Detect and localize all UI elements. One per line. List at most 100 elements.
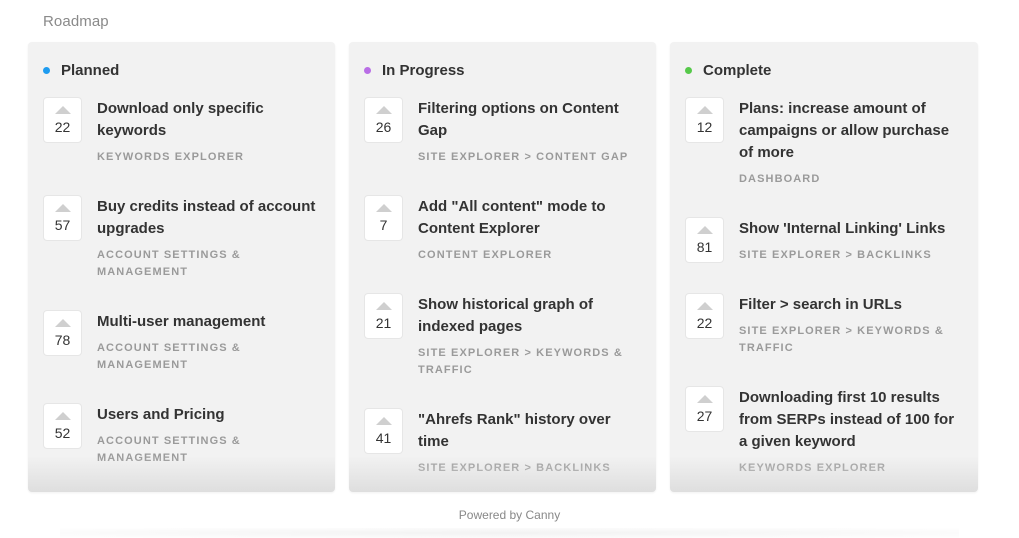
upvote-arrow-icon xyxy=(696,226,713,234)
post-item[interactable]: 27 Downloading first 10 results from SERP… xyxy=(685,386,964,477)
vote-count: 22 xyxy=(54,119,71,135)
post-title[interactable]: Buy credits instead of account upgrades xyxy=(97,196,321,240)
post-category: Account Settings & Management xyxy=(97,249,241,278)
column-title: Planned xyxy=(61,61,120,79)
post-item[interactable]: 57 Buy credits instead of account upgrade… xyxy=(43,195,321,281)
post-category: Site Explorer > Keywords & Traffic xyxy=(739,325,944,354)
post-category: Keywords Explorer xyxy=(97,151,245,163)
post-item[interactable]: 41 "Ahrefs Rank" history over time Site Ex… xyxy=(364,408,642,477)
powered-by-link[interactable]: Powered by Canny xyxy=(0,508,1019,522)
post-title[interactable]: Download only specific keywords xyxy=(97,98,321,142)
post-body: "Ahrefs Rank" history over time Site Expl… xyxy=(418,408,642,477)
post-item[interactable]: 81 Show 'Internal Linking' Links Site Expl… xyxy=(685,217,964,264)
post-body: Filtering options on Content Gap Site Exp… xyxy=(418,97,642,166)
post-item[interactable]: 22 Download only specific keywords Keyword… xyxy=(43,97,321,166)
column-in-progress: In Progress 26 Filtering options on Conten… xyxy=(349,42,656,492)
post-body: Show historical graph of indexed pages Si… xyxy=(418,293,642,379)
vote-count: 27 xyxy=(696,408,713,424)
post-item[interactable]: 7 Add "All content" mode to Content Explo… xyxy=(364,195,642,264)
page-title: Roadmap xyxy=(43,13,109,30)
upvote-button[interactable]: 26 xyxy=(364,97,403,143)
column-header: In Progress xyxy=(349,42,656,84)
column-planned: Planned 22 Download only specific keywords… xyxy=(28,42,335,492)
post-item[interactable]: 26 Filtering options on Content Gap Site E… xyxy=(364,97,642,166)
post-category: Site Explorer > Content Gap xyxy=(418,151,629,163)
upvote-arrow-icon xyxy=(696,106,713,114)
column-header: Planned xyxy=(28,42,335,84)
upvote-arrow-icon xyxy=(54,412,71,420)
post-category: Keywords Explorer xyxy=(739,462,887,474)
footer-shadow xyxy=(60,528,959,538)
vote-count: 21 xyxy=(375,315,392,331)
vote-count: 7 xyxy=(379,217,388,233)
vote-count: 57 xyxy=(54,217,71,233)
post-category: Site Explorer > Backlinks xyxy=(418,462,611,474)
roadmap-page: Roadmap Planned 22 Download only specific … xyxy=(0,0,1019,538)
status-dot-icon xyxy=(43,66,50,74)
post-body: Download only specific keywords Keywords … xyxy=(97,97,321,166)
post-item[interactable]: 21 Show historical graph of indexed pages… xyxy=(364,293,642,379)
upvote-arrow-icon xyxy=(54,106,71,114)
roadmap-columns: Planned 22 Download only specific keywords… xyxy=(28,42,978,492)
post-body: Buy credits instead of account upgrades A… xyxy=(97,195,321,281)
upvote-button[interactable]: 22 xyxy=(685,293,724,339)
upvote-arrow-icon xyxy=(375,106,392,114)
status-dot-icon xyxy=(685,66,692,74)
column-complete: Complete 12 Plans: increase amount of camp… xyxy=(670,42,978,492)
post-body: Show 'Internal Linking' Links Site Explor… xyxy=(739,217,964,264)
status-dot-icon xyxy=(364,66,371,74)
post-body: Filter > search in URLs Site Explorer > K… xyxy=(739,293,964,357)
post-item[interactable]: 78 Multi-user management Account Settings … xyxy=(43,310,321,374)
post-title[interactable]: Multi-user management xyxy=(97,311,321,333)
post-item[interactable]: 12 Plans: increase amount of campaigns or… xyxy=(685,97,964,188)
upvote-button[interactable]: 27 xyxy=(685,386,724,432)
upvote-button[interactable]: 52 xyxy=(43,403,82,449)
upvote-button[interactable]: 7 xyxy=(364,195,403,241)
upvote-arrow-icon xyxy=(375,302,392,310)
column-title: Complete xyxy=(703,61,772,79)
post-item[interactable]: 22 Filter > search in URLs Site Explorer >… xyxy=(685,293,964,357)
upvote-arrow-icon xyxy=(375,204,392,212)
post-title[interactable]: Filter > search in URLs xyxy=(739,294,964,316)
post-title[interactable]: Downloading first 10 results from SERPs … xyxy=(739,387,964,453)
post-title[interactable]: Show 'Internal Linking' Links xyxy=(739,218,964,240)
upvote-button[interactable]: 41 xyxy=(364,408,403,454)
upvote-button[interactable]: 81 xyxy=(685,217,724,263)
vote-count: 12 xyxy=(696,119,713,135)
post-title[interactable]: Users and Pricing xyxy=(97,404,321,426)
post-title[interactable]: Add "All content" mode to Content Explor… xyxy=(418,196,642,240)
vote-count: 26 xyxy=(375,119,392,135)
post-title[interactable]: Plans: increase amount of campaigns or a… xyxy=(739,98,964,164)
vote-count: 52 xyxy=(54,425,71,441)
vote-count: 22 xyxy=(696,315,713,331)
post-title[interactable]: Show historical graph of indexed pages xyxy=(418,294,642,338)
post-body: Plans: increase amount of campaigns or a… xyxy=(739,97,964,188)
post-category: Account Settings & Management xyxy=(97,435,241,464)
post-body: Downloading first 10 results from SERPs … xyxy=(739,386,964,477)
upvote-arrow-icon xyxy=(696,395,713,403)
column-title: In Progress xyxy=(382,61,465,79)
post-category: Account Settings & Management xyxy=(97,342,241,371)
upvote-button[interactable]: 22 xyxy=(43,97,82,143)
upvote-button[interactable]: 57 xyxy=(43,195,82,241)
post-category: Site Explorer > Keywords & Traffic xyxy=(418,347,623,376)
column-header: Complete xyxy=(670,42,978,84)
vote-count: 81 xyxy=(696,239,713,255)
post-category: Dashboard xyxy=(739,173,821,185)
post-category: Content Explorer xyxy=(418,249,553,261)
post-item[interactable]: 52 Users and Pricing Account Settings & Ma… xyxy=(43,403,321,467)
upvote-arrow-icon xyxy=(375,417,392,425)
post-list: 26 Filtering options on Content Gap Site E… xyxy=(349,84,656,477)
upvote-arrow-icon xyxy=(54,319,71,327)
vote-count: 41 xyxy=(375,430,392,446)
upvote-button[interactable]: 78 xyxy=(43,310,82,356)
post-body: Add "All content" mode to Content Explor… xyxy=(418,195,642,264)
upvote-button[interactable]: 12 xyxy=(685,97,724,143)
upvote-arrow-icon xyxy=(696,302,713,310)
post-title[interactable]: Filtering options on Content Gap xyxy=(418,98,642,142)
post-title[interactable]: "Ahrefs Rank" history over time xyxy=(418,409,642,453)
upvote-button[interactable]: 21 xyxy=(364,293,403,339)
post-list: 12 Plans: increase amount of campaigns or… xyxy=(670,84,978,477)
vote-count: 78 xyxy=(54,332,71,348)
post-body: Multi-user management Account Settings & … xyxy=(97,310,321,374)
